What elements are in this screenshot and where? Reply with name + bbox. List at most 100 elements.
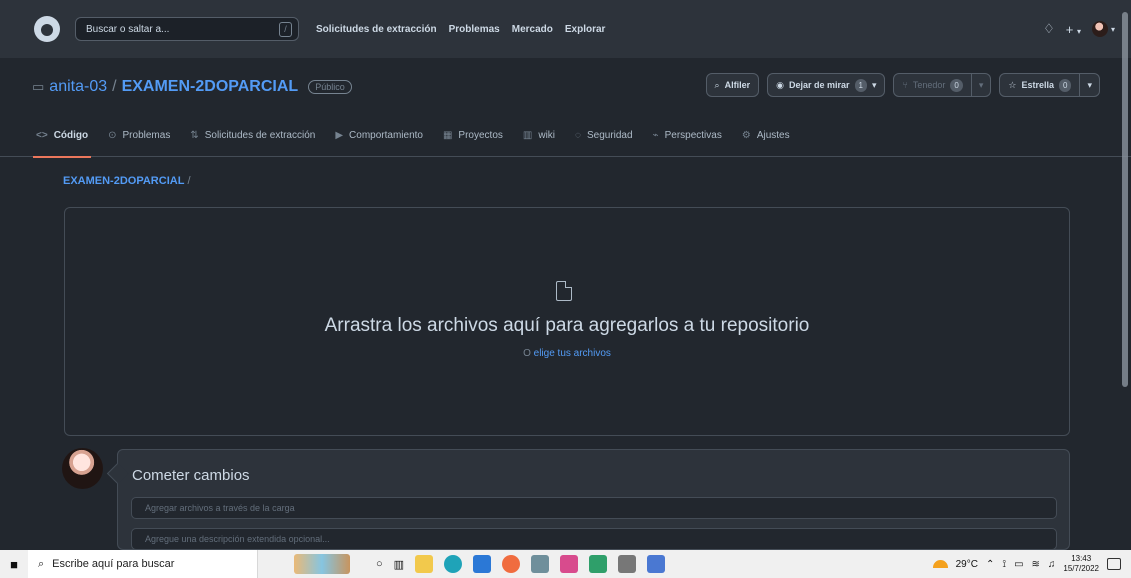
fork-control: ⑂ Tenedor 0 ▾ — [893, 73, 992, 97]
temperature: 29°C — [955, 558, 978, 570]
file-icon — [556, 281, 572, 301]
search-placeholder: Buscar o saltar a... — [86, 23, 170, 35]
repo-owner-link[interactable]: anita-03 — [49, 78, 107, 96]
gear-icon: ⚙ — [741, 130, 751, 141]
nav-issues[interactable]: Problemas — [449, 24, 500, 35]
table-icon: ▦ — [442, 130, 453, 141]
repo-actions: ⌕ Alfiler ◉ Dejar de mirar 1 ▾ ⑂ Tenedor 0 ▾ ☆… — [705, 73, 1100, 97]
calculator-icon[interactable] — [531, 555, 550, 573]
task-view-icon[interactable]: ▥ — [394, 558, 404, 571]
drop-title: Arrastra los archivos aquí para agregarl… — [324, 315, 810, 336]
repo-separator: / — [112, 78, 117, 95]
book-icon: ▥ — [522, 130, 533, 141]
weather-icon — [932, 560, 948, 568]
edge-icon[interactable] — [444, 555, 463, 573]
volume-icon[interactable]: ♫ — [1048, 559, 1056, 570]
snipping-tool-icon[interactable] — [560, 555, 579, 573]
tab-pull-requests[interactable]: ⇅ Solicitudes de extracción — [190, 115, 315, 157]
chevron-up-icon[interactable]: ⌃ — [986, 559, 994, 570]
star-menu-button[interactable]: ▾ — [1080, 73, 1100, 97]
star-count: 0 — [1059, 78, 1072, 92]
play-icon: ▶ — [335, 130, 344, 141]
windows-taskbar: ■ ⌕ Escribe aquí para buscar ○ ▥ 29°C ⌃ … — [0, 550, 1131, 578]
nav-marketplace[interactable]: Mercado — [512, 24, 553, 35]
search-input[interactable]: Buscar o saltar a... / — [75, 17, 299, 41]
shield-icon: ◌ — [575, 130, 581, 141]
cortana-icon[interactable]: ○ — [376, 558, 383, 570]
chrome-icon[interactable] — [502, 555, 521, 573]
fork-button[interactable]: ⑂ Tenedor 0 — [893, 73, 972, 97]
pin-icon: ⌕ — [714, 79, 720, 90]
page-scrollbar[interactable] — [1122, 12, 1128, 387]
watch-button[interactable]: ◉ Dejar de mirar 1 ▾ — [767, 73, 886, 97]
breadcrumb: EXAMEN-2DOPARCIAL / — [63, 175, 191, 187]
notification-icon[interactable] — [1107, 558, 1121, 570]
header-actions: ♢ + ▾ ▾ — [1043, 21, 1115, 37]
choose-files-text: O elige tus archivos — [523, 348, 611, 359]
chevron-down-icon: ▾ — [871, 79, 877, 90]
file-explorer-icon[interactable] — [415, 555, 434, 573]
tab-settings[interactable]: ⚙ Ajustes — [742, 115, 790, 157]
github-header: Buscar o saltar a... / Solicitudes de ex… — [0, 0, 1131, 58]
repo-name-link[interactable]: EXAMEN-2DOPARCIAL — [122, 78, 299, 96]
star-button[interactable]: ☆ Estrella 0 — [999, 73, 1081, 97]
commit-description-input[interactable]: Agregue una descripción extendida opcion… — [131, 528, 1057, 550]
taskbar-search-box[interactable]: ⌕ Escribe aquí para buscar — [28, 550, 258, 578]
tab-projects[interactable]: ▦ Proyectos — [443, 115, 503, 157]
commit-summary-input[interactable]: Agregar archivos a través de la carga — [131, 497, 1057, 519]
repo-icon: ▭ — [32, 79, 45, 94]
repository-header: ▭ anita-03 / EXAMEN-2DOPARCIAL Público ⌕… — [0, 58, 1131, 115]
chevron-down-icon: ▾ — [1087, 79, 1092, 90]
word-icon[interactable] — [473, 555, 492, 573]
tab-wiki[interactable]: ▥ wiki — [523, 115, 555, 157]
weather-illustration-icon — [294, 554, 350, 574]
repo-title: ▭ anita-03 / EXAMEN-2DOPARCIAL Público — [32, 78, 352, 96]
repository-tabs: <> Código ⊙ Problemas ⇅ Solicitudes de extr… — [0, 115, 1131, 158]
fork-icon: ⑂ — [902, 80, 908, 90]
system-tray: 29°C ⌃ ⟟ ▭ ≋ ♫ 13:43 15/7/2022 — [932, 554, 1131, 574]
code-icon: <> — [36, 130, 48, 141]
avatar-icon — [1091, 21, 1108, 37]
fork-count: 0 — [950, 78, 963, 92]
tab-code[interactable]: <> Código — [32, 115, 92, 158]
nav-pull-requests[interactable]: Solicitudes de extracción — [316, 24, 437, 35]
tab-issues[interactable]: ⊙ Problemas — [108, 115, 170, 157]
plus-icon[interactable]: + ▾ — [1066, 22, 1081, 37]
choose-files-link[interactable]: elige tus archivos — [534, 348, 611, 359]
visibility-badge: Público — [308, 80, 352, 94]
file-drop-zone[interactable]: Arrastra los archivos aquí para agregarl… — [64, 207, 1070, 436]
eye-icon: ◉ — [776, 79, 784, 90]
fork-menu-button[interactable]: ▾ — [971, 73, 992, 97]
photos-icon[interactable] — [589, 555, 608, 573]
watch-count: 1 — [854, 78, 867, 92]
commit-title: Cometer cambios — [132, 467, 250, 484]
breadcrumb-repo-link[interactable]: EXAMEN-2DOPARCIAL — [63, 175, 184, 187]
bell-icon[interactable]: ♢ — [1043, 21, 1055, 37]
chevron-down-icon: ▾ — [978, 79, 984, 90]
tab-actions[interactable]: ▶ Comportamiento — [335, 115, 423, 157]
star-icon: ☆ — [1008, 79, 1017, 90]
star-control: ☆ Estrella 0 ▾ — [999, 73, 1100, 97]
wifi-icon[interactable]: ≋ — [1032, 559, 1040, 570]
tab-insights[interactable]: ⌁ Perspectivas — [653, 115, 722, 157]
settings-icon[interactable] — [618, 555, 637, 573]
windows-start-icon[interactable]: ■ — [0, 557, 28, 572]
graph-icon: ⌁ — [652, 130, 659, 141]
clock[interactable]: 13:43 15/7/2022 — [1063, 554, 1099, 574]
network-icon[interactable]: ⟟ — [1002, 559, 1006, 570]
pin-button[interactable]: ⌕ Alfiler — [705, 73, 760, 97]
profile-menu[interactable]: ▾ — [1091, 21, 1115, 37]
pull-request-icon: ⇅ — [190, 130, 199, 141]
search-shortcut-icon: / — [279, 21, 292, 37]
commit-author-avatar — [62, 448, 103, 489]
issues-icon: ⊙ — [108, 130, 117, 141]
global-nav: Solicitudes de extracción Problemas Merc… — [316, 24, 605, 35]
nav-explore[interactable]: Explorar — [565, 24, 606, 35]
tab-security[interactable]: ◌ Seguridad — [575, 115, 633, 157]
search-icon: ⌕ — [38, 557, 45, 570]
commit-form: Cometer cambios Agregar archivos a travé… — [117, 449, 1070, 550]
visual-studio-icon[interactable] — [647, 555, 666, 573]
github-logo-icon[interactable] — [34, 16, 60, 42]
taskbar-search-text: Escribe aquí para buscar — [52, 558, 175, 570]
battery-icon[interactable]: ▭ — [1014, 559, 1023, 570]
